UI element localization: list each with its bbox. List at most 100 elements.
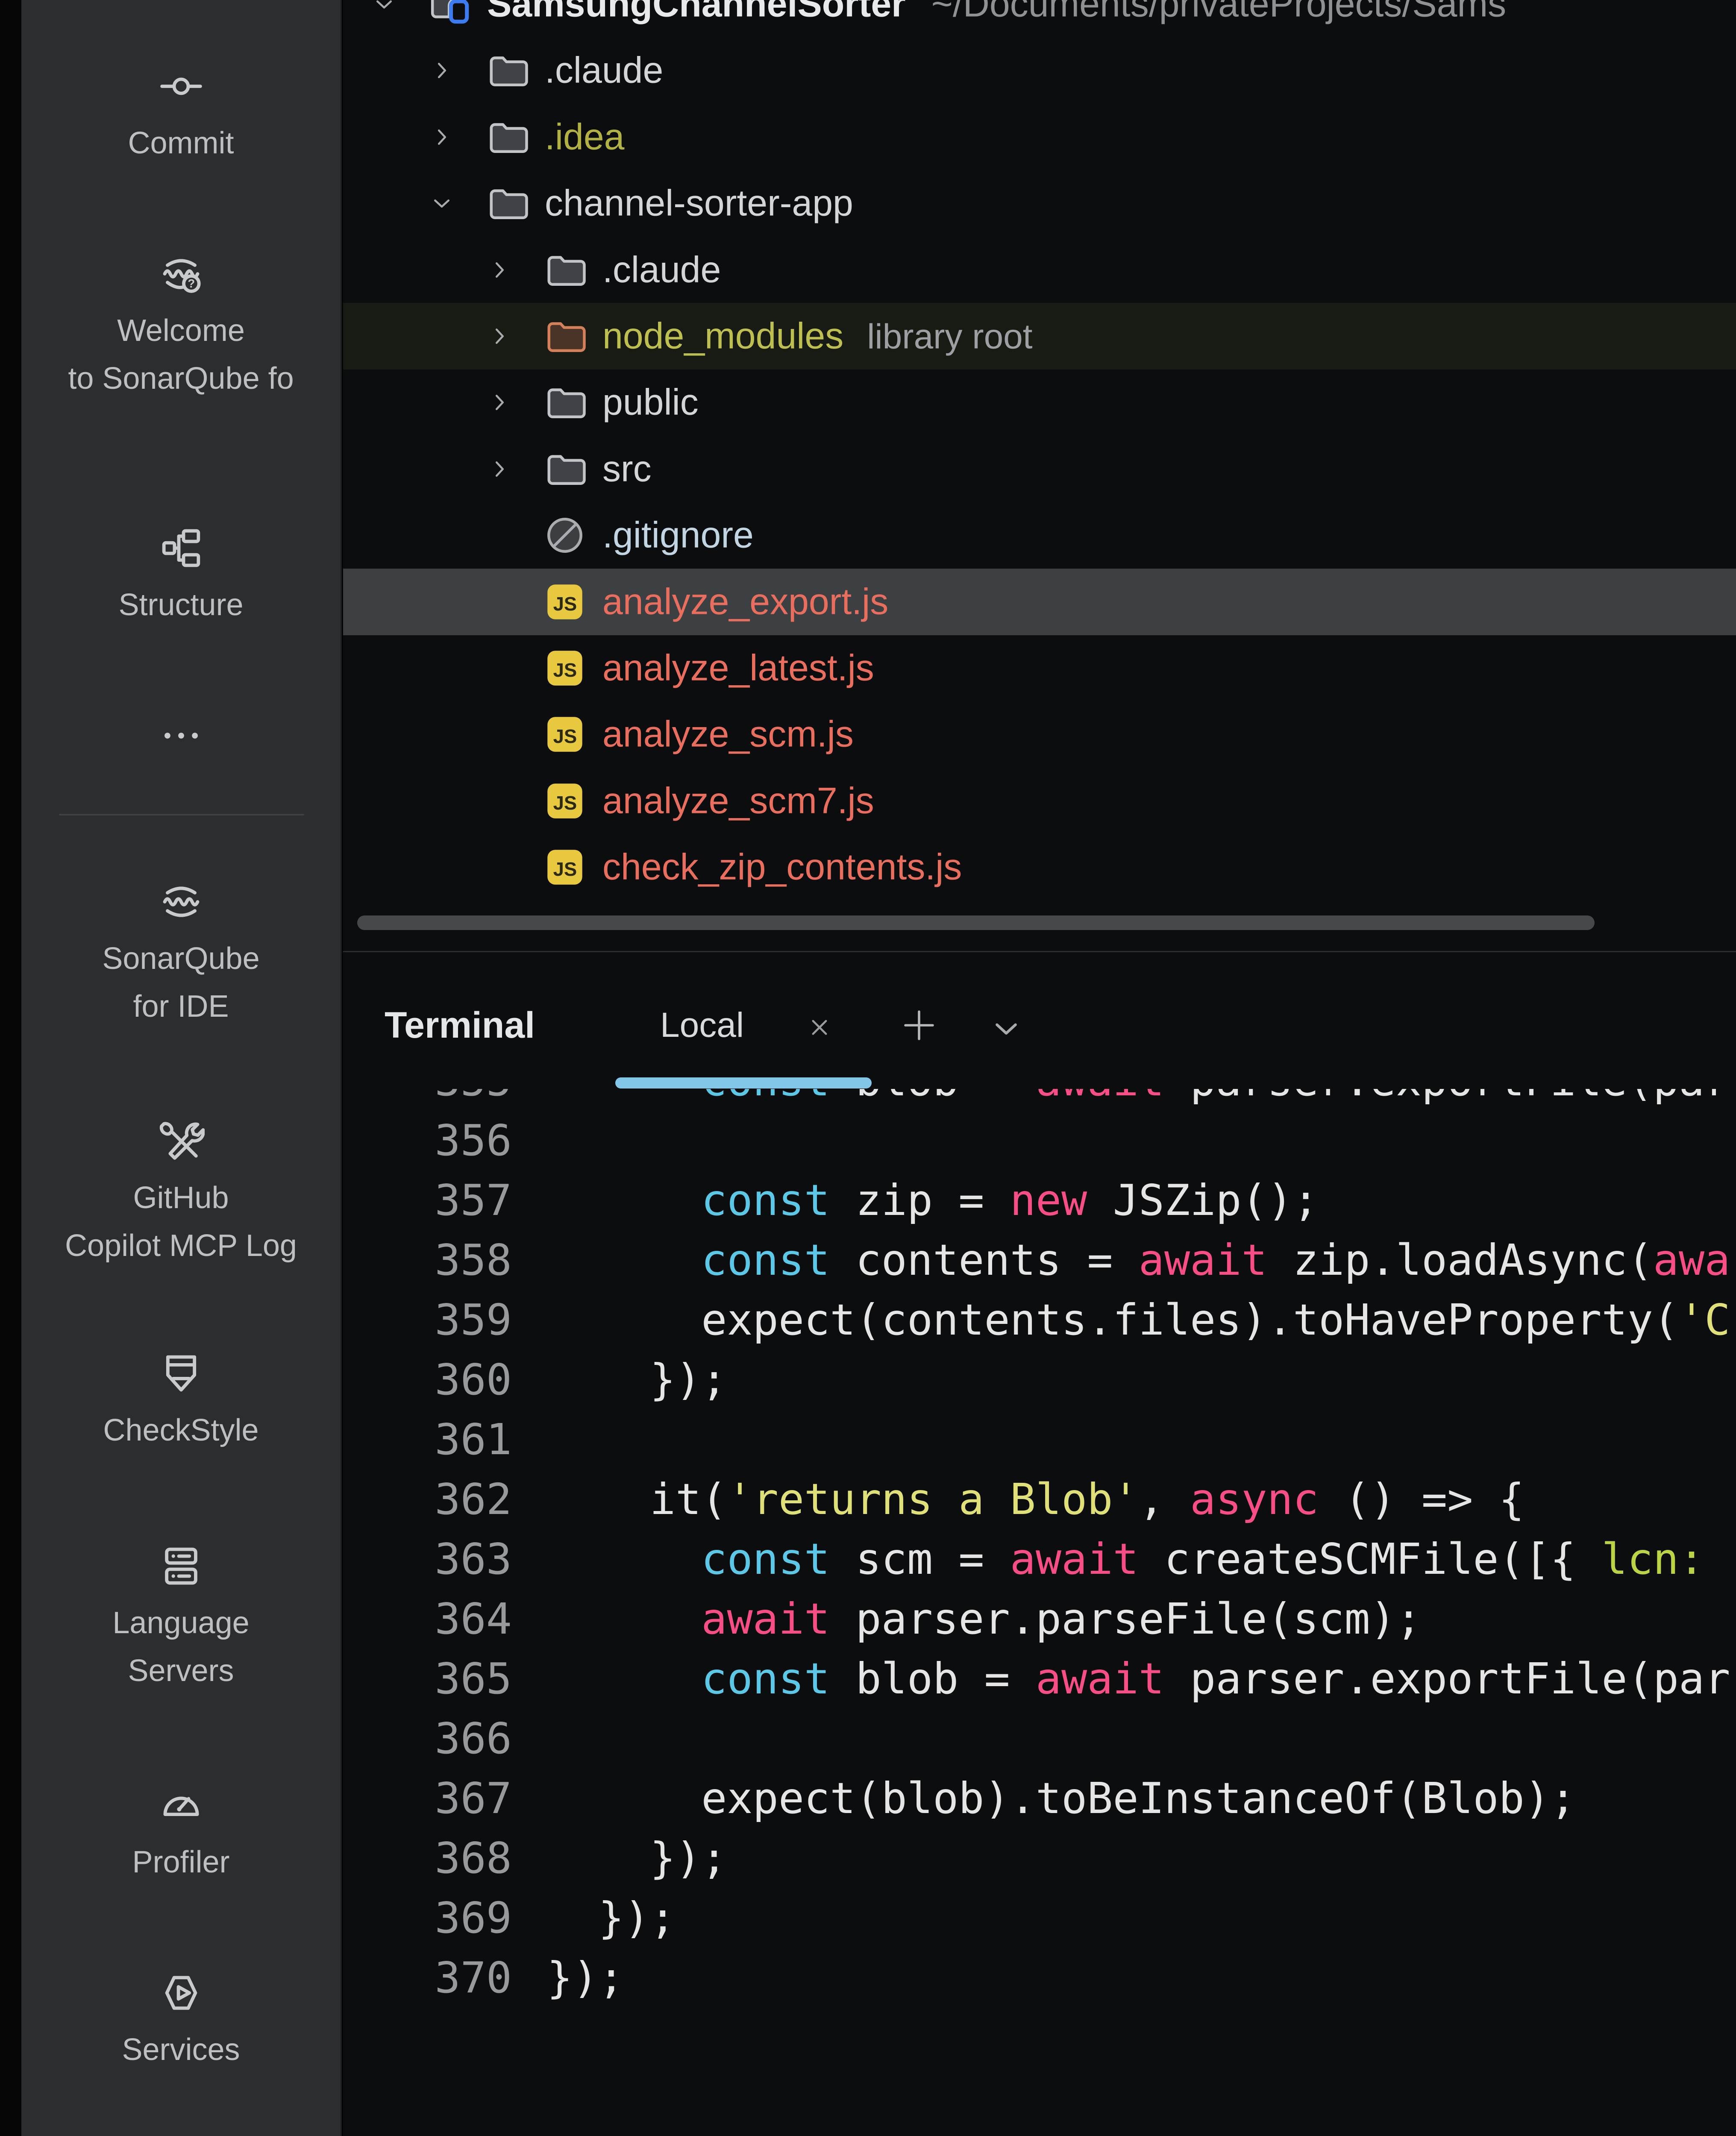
code-text: await parser.parseFile(scm); — [547, 1589, 1736, 1649]
tree-item-label: public — [602, 381, 699, 424]
sidebar-item-structure[interactable]: Structure — [21, 525, 341, 629]
sidebar-item-checkstyle[interactable]: CheckStyle — [21, 1350, 341, 1454]
folder-icon — [485, 48, 529, 93]
plus-icon[interactable] — [899, 1005, 940, 1046]
code-text — [547, 1709, 1736, 1769]
svg-text:JS: JS — [553, 725, 577, 747]
sidebar-item-sonarqube-welcome[interactable]: ?Welcome to SonarQube fo — [21, 250, 341, 402]
tree-row-analyze-scm-js[interactable]: JS analyze_scm.js — [343, 701, 1736, 768]
chevron-right-icon — [487, 324, 512, 349]
folder-icon — [543, 380, 587, 425]
sidebar-item-label: Services — [122, 2026, 240, 2074]
sidebar-item-label: GitHub Copilot MCP Log — [65, 1174, 297, 1270]
tree-row-node-modules[interactable]: node_moduleslibrary root — [343, 303, 1736, 370]
sidebar-item-label: Commit — [128, 119, 234, 167]
folder-icon — [485, 115, 529, 159]
project-root-path: ~/Documents/privateProjects/Sams — [931, 0, 1506, 25]
line-number: 360 — [343, 1350, 512, 1410]
tree-row--claude[interactable]: .claude — [343, 37, 1736, 104]
chevron-down-icon — [372, 0, 397, 17]
tree-horizontal-scrollbar[interactable] — [357, 915, 1595, 930]
tree-row--claude[interactable]: .claude — [343, 237, 1736, 303]
tree-item-label: analyze_scm.js — [602, 713, 854, 756]
line-number: 362 — [343, 1470, 512, 1529]
chevron-right-icon — [487, 258, 512, 282]
code-line-361: 361 — [343, 1410, 1736, 1470]
folder-icon — [543, 447, 587, 491]
tree-row--gitignore[interactable]: .gitignore — [343, 502, 1736, 569]
gauge-icon — [158, 1782, 205, 1829]
tree-row-analyze-scm7-js[interactable]: JS analyze_scm7.js — [343, 768, 1736, 834]
code-text: const contents = await zip.loadAsync(awa — [547, 1230, 1736, 1290]
chevron-down-icon[interactable] — [989, 1012, 1023, 1046]
js-icon: JS — [543, 646, 587, 690]
chevron-right-icon[interactable] — [429, 58, 454, 83]
chevron-right-icon[interactable] — [487, 324, 512, 349]
chevron-down-icon — [429, 191, 454, 216]
sidebar-item-label: Language Servers — [112, 1599, 249, 1695]
chevron-down-icon[interactable] — [372, 0, 397, 17]
sidebar-item-sonarqube-for-ide[interactable]: SonarQube for IDE — [21, 878, 341, 1030]
chevron-right-icon — [429, 125, 454, 150]
chevron-right-icon[interactable] — [429, 125, 454, 150]
sidebar-item-github-copilot-mcp-log[interactable]: GitHub Copilot MCP Log — [21, 1118, 341, 1270]
sidebar-item-more[interactable] — [21, 712, 341, 759]
tree-row-check-zip-contents-js[interactable]: JScheck_zip_contents.js — [343, 834, 1736, 901]
ignored-file-icon — [543, 513, 587, 557]
structure-icon — [158, 525, 205, 572]
sidebar-item-commit[interactable]: Commit — [21, 63, 341, 167]
code-text: }); — [547, 1948, 1736, 2008]
line-number: 367 — [343, 1769, 512, 1828]
tree-row-src[interactable]: src — [343, 436, 1736, 502]
chevron-right-icon[interactable] — [487, 457, 512, 481]
svg-text:JS: JS — [553, 792, 577, 814]
sidebar-item-services[interactable]: Services — [21, 1969, 341, 2074]
tree-row-analyze-export-js[interactable]: JSanalyze_export.js — [343, 569, 1736, 635]
chevron-right-icon[interactable] — [487, 258, 512, 282]
line-number: 358 — [343, 1230, 512, 1290]
node-modules-folder-icon — [543, 314, 587, 358]
chevron-down-icon[interactable] — [429, 191, 454, 216]
code-text: expect(contents.files).toHaveProperty('C — [547, 1290, 1736, 1350]
tree-row--idea[interactable]: .idea — [343, 104, 1736, 170]
project-root-name: SamsungChannelSorter — [487, 0, 906, 25]
project-folder-icon — [427, 0, 472, 26]
tools-icon — [158, 1118, 205, 1165]
code-text: const blob = await parser.exportFile(par — [547, 1649, 1736, 1709]
services-icon — [158, 1969, 205, 2016]
code-line-360: 360 }); — [343, 1350, 1736, 1410]
tree-item-label: .gitignore — [602, 514, 754, 557]
tree-row-project-root[interactable]: SamsungChannelSorter ~/Documents/privateP… — [343, 0, 1736, 38]
more-icon — [158, 712, 205, 759]
tree-row-channel-sorter-app[interactable]: channel-sorter-app — [343, 170, 1736, 237]
screen-bezel-left — [0, 0, 21, 2136]
sidebar-item-label: Profiler — [132, 1838, 229, 1886]
folder-icon — [485, 181, 529, 226]
tree-item-label: .claude — [545, 50, 663, 92]
servers-icon — [158, 1543, 205, 1590]
close-icon[interactable] — [805, 1013, 834, 1042]
tree-row-analyze-latest-js[interactable]: JSanalyze_latest.js — [343, 635, 1736, 701]
tree-item-label: .claude — [602, 249, 721, 291]
folder-icon — [543, 248, 587, 292]
folder-icon — [543, 380, 587, 425]
terminal-tab-local[interactable]: Local — [660, 1002, 744, 1049]
code-line-363: 363 const scm = await createSCMFile([{ l… — [343, 1529, 1736, 1589]
ignored-file-icon — [543, 513, 587, 557]
js-icon: JS — [543, 779, 587, 823]
line-number: 369 — [343, 1888, 512, 1948]
tree-item-label: analyze_scm7.js — [602, 780, 874, 822]
chevron-right-icon — [429, 58, 454, 83]
sidebar-item-profiler[interactable]: Profiler — [21, 1782, 341, 1886]
terminal-panel-title: Terminal — [385, 1002, 535, 1049]
tree-row-public[interactable]: public — [343, 369, 1736, 436]
chevron-right-icon[interactable] — [487, 390, 512, 415]
folder-icon — [543, 248, 587, 292]
plus-icon — [899, 1005, 940, 1046]
terminal-output: Do you want to create scmParser.test.js?… — [343, 1089, 1736, 2136]
code-text: const blob = await parser.exportFile(par — [547, 1089, 1736, 1111]
close-icon — [805, 1013, 834, 1042]
js-icon: JS — [543, 580, 587, 624]
folder-icon — [543, 447, 587, 491]
sidebar-item-language-servers[interactable]: Language Servers — [21, 1543, 341, 1695]
